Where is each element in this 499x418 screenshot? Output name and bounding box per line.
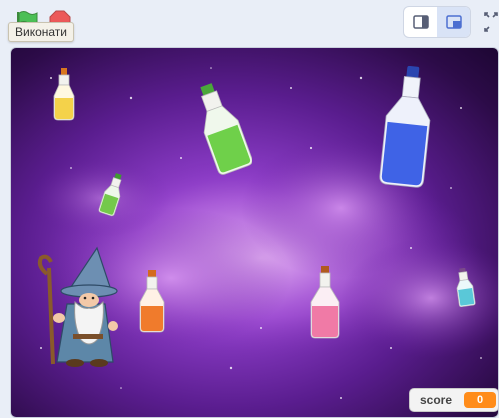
score-monitor: score 0	[409, 388, 498, 412]
run-tooltip: Виконати	[8, 22, 75, 42]
fullscreen-icon	[484, 12, 498, 32]
game-stage[interactable]: score 0	[10, 47, 499, 418]
small-green-potion-sprite[interactable]	[97, 172, 127, 218]
green-potion-sprite[interactable]	[194, 80, 252, 178]
fullscreen-button[interactable]	[481, 10, 499, 34]
stage-toolbar: Виконати	[0, 0, 499, 46]
score-label: score	[420, 393, 453, 407]
teal-potion-sprite[interactable]	[454, 268, 476, 308]
blue-potion-sprite[interactable]	[379, 66, 435, 190]
orange-potion-sprite[interactable]	[137, 270, 167, 334]
pink-potion-sprite[interactable]	[308, 266, 342, 340]
large-stage-button[interactable]	[437, 7, 470, 37]
small-stage-icon	[412, 15, 429, 29]
wizard-sprite[interactable]	[33, 244, 125, 370]
score-value: 0	[464, 392, 496, 408]
small-stage-button[interactable]	[404, 7, 437, 37]
large-stage-icon	[445, 15, 462, 29]
stage-size-toggle	[403, 6, 471, 38]
yellow-potion-sprite[interactable]	[51, 68, 77, 122]
